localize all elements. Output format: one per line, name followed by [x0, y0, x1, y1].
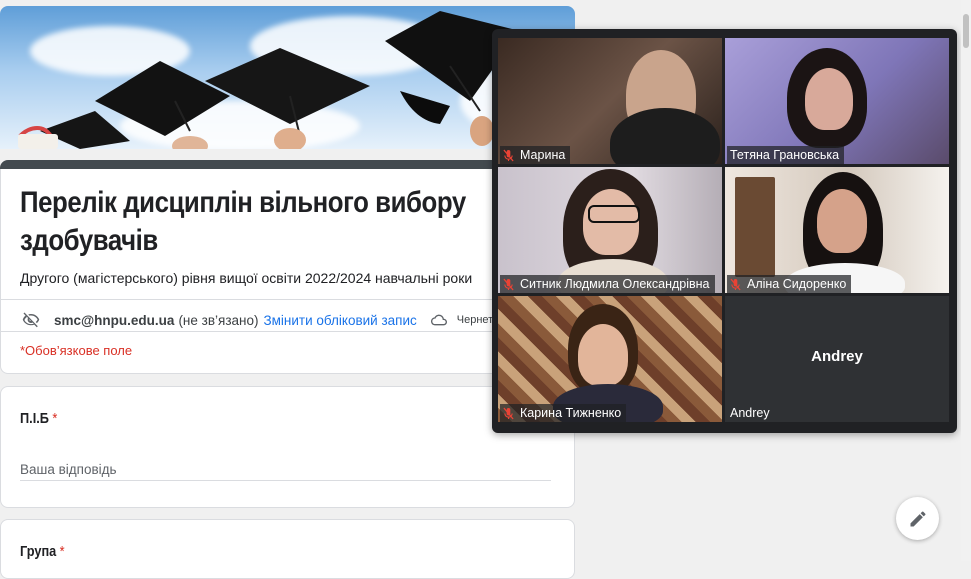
participant-name: Аліна Сидоренко: [747, 277, 847, 291]
header-banner-image: [0, 6, 575, 149]
account-divider: [0, 331, 575, 332]
form-title: Перелік дисциплін вільного вибору здобув…: [20, 186, 466, 257]
participant-tile-camera-off[interactable]: Andrey Andrey: [725, 296, 949, 422]
mic-off-icon: [503, 407, 514, 419]
edit-button[interactable]: [896, 497, 939, 540]
cloud-icon: [430, 314, 447, 326]
participant-tile[interactable]: Тетяна Грановська: [725, 38, 949, 164]
participant-name: Марина: [520, 148, 566, 162]
participant-name-label: Марина: [500, 146, 571, 164]
question-label-full-name: П.І.Б *: [20, 410, 57, 427]
question-title: Група: [20, 543, 57, 560]
participant-name-label: Карина Тижненко: [500, 404, 627, 422]
question-card-full-name: [0, 386, 575, 508]
account-status: (не зв’язано): [178, 312, 259, 328]
required-asterisk: *: [59, 543, 65, 560]
participant-name-label: Тетяна Грановська: [727, 146, 845, 164]
participant-tile[interactable]: Карина Тижненко: [498, 296, 722, 422]
required-asterisk: *: [52, 410, 58, 427]
participant-name: Ситник Людмила Олександрівна: [520, 277, 710, 291]
participant-tile[interactable]: Марина: [498, 38, 722, 164]
required-field-note: *Обов’язкове поле: [20, 343, 133, 358]
mic-off-icon: [730, 278, 741, 290]
participant-name: Тетяна Грановська: [730, 148, 840, 162]
mic-off-icon: [503, 278, 514, 290]
question-label-group: Група *: [20, 543, 65, 560]
switch-account-link[interactable]: Змінити обліковий запис: [263, 313, 416, 328]
eye-off-icon: [22, 312, 40, 328]
question-title: П.І.Б: [20, 410, 49, 427]
participant-name: Andrey: [730, 406, 770, 420]
participant-tile[interactable]: Ситник Людмила Олександрівна: [498, 167, 722, 293]
page-scrollbar[interactable]: [961, 0, 971, 561]
participant-tile[interactable]: Аліна Сидоренко: [725, 167, 949, 293]
mic-off-icon: [503, 149, 514, 161]
form-subtitle: Другого (магістерського) рівня вищої осв…: [20, 270, 473, 286]
header-divider: [0, 299, 575, 300]
participant-name-label: Ситник Людмила Олександрівна: [500, 275, 715, 293]
participant-center-name: Andrey: [811, 348, 863, 365]
participant-name-label: Andrey: [727, 404, 775, 422]
account-row: smc@hnpu.edu.ua (не зв’язано) Змінити об…: [20, 310, 504, 330]
account-email: smc@hnpu.edu.ua: [54, 312, 175, 328]
scrollbar-thumb[interactable]: [963, 14, 969, 48]
full-name-input[interactable]: [20, 458, 551, 481]
participant-name: Карина Тижненко: [520, 406, 622, 420]
video-call-overlay[interactable]: Марина Тетяна Грановська Ситник Людмила …: [492, 29, 957, 433]
pencil-icon: [910, 510, 926, 526]
question-card-group: [0, 519, 575, 579]
participant-name-label: Аліна Сидоренко: [727, 275, 852, 293]
